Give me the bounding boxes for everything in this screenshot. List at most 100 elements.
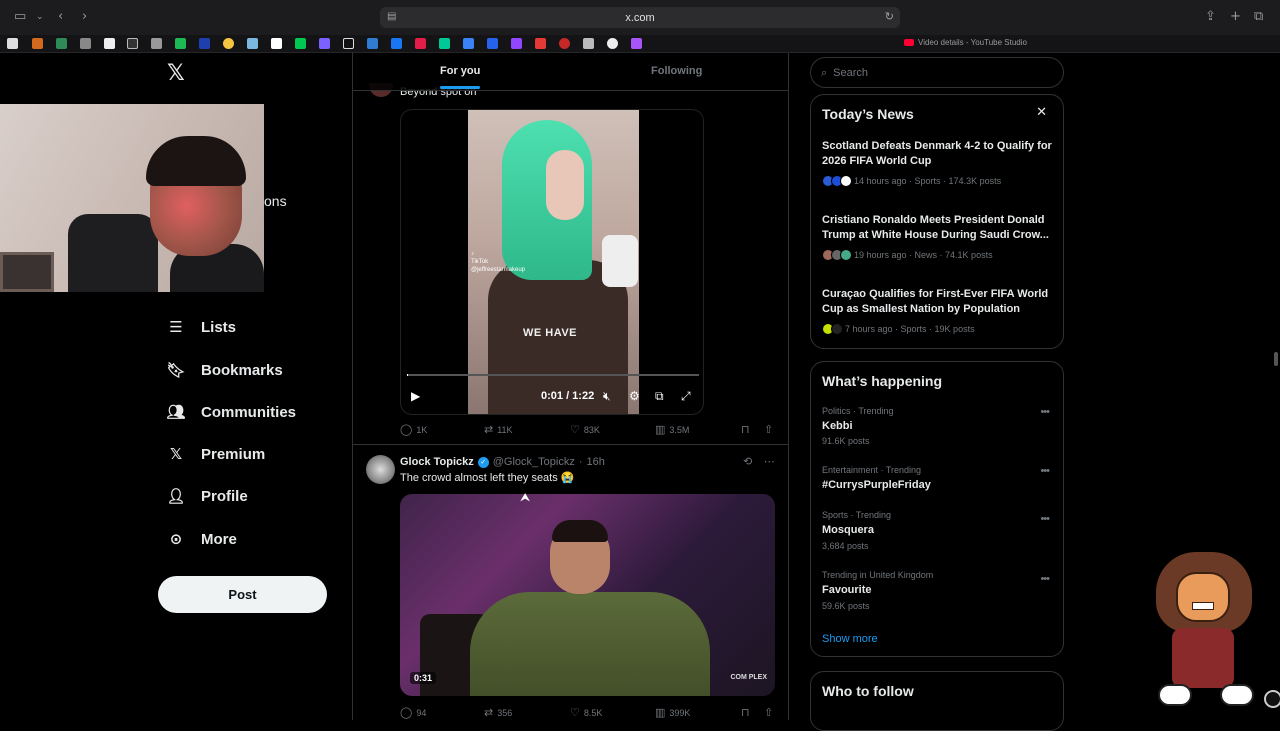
favorite-icon[interactable]	[7, 38, 18, 49]
reload-icon[interactable]: ↻	[885, 10, 894, 23]
more-options-icon[interactable]: ⋯	[764, 455, 775, 468]
trend-name[interactable]: Favourite	[822, 584, 872, 596]
favorite-icon[interactable]	[391, 38, 402, 49]
news-item-title[interactable]: Cristiano Ronaldo Meets President Donald…	[822, 213, 1052, 243]
like-button[interactable]: ♡ 8.5K	[570, 706, 602, 719]
search-input[interactable]: ⌕ Search	[810, 57, 1064, 88]
sidebar-item-communities[interactable]: 👥︎ Communities	[166, 402, 296, 422]
trend-name[interactable]: #CurrysPurpleFriday	[822, 479, 931, 491]
favorite-icon[interactable]	[199, 38, 210, 49]
show-more-link[interactable]: Show more	[822, 633, 878, 645]
favorite-icon[interactable]	[415, 38, 426, 49]
mouse-cursor-icon: ⮝	[520, 490, 531, 504]
favorite-icon[interactable]	[223, 38, 234, 49]
video-player[interactable]: 0:31 COM PLEX	[400, 494, 775, 696]
video-player[interactable]: ♪ TikTok @jeffreestarmakeup WE HAVE ▶ 0:01…	[400, 109, 704, 415]
grok-chat-icon[interactable]	[1264, 690, 1280, 708]
favorite-icon[interactable]	[511, 38, 522, 49]
picture-in-picture-icon[interactable]: ⧉	[655, 389, 664, 404]
views-button[interactable]: ▥ 399K	[655, 706, 690, 719]
grok-icon[interactable]: ⟲	[743, 455, 752, 468]
favorite-icon[interactable]	[439, 38, 450, 49]
page-settings-icon[interactable]: ▤	[387, 11, 396, 22]
more-options-icon[interactable]: •••	[1040, 465, 1050, 477]
favorite-icon[interactable]	[319, 38, 330, 49]
bookmark-button[interactable]: ⊓	[741, 423, 750, 436]
favorite-icon[interactable]	[343, 38, 354, 49]
sidebar-toggle-icon[interactable]: ▭	[14, 9, 26, 24]
favorite-icon[interactable]	[56, 38, 67, 49]
address-bar[interactable]: ▤ x.com ↻	[380, 7, 900, 28]
favorite-icon[interactable]	[463, 38, 474, 49]
tweet-age[interactable]: 16h	[587, 456, 605, 468]
sidebar-item-lists[interactable]: ☰ Lists	[166, 317, 236, 337]
youtube-studio-tab[interactable]: Video details - YouTube Studio	[904, 38, 1027, 47]
news-item-title[interactable]: Curaçao Qualifies for First-Ever FIFA Wo…	[822, 287, 1052, 317]
sidebar-item-bookmarks[interactable]: 🔖︎ Bookmarks	[166, 360, 282, 380]
sidebar-item-more[interactable]: ⊙ More	[166, 529, 237, 549]
tab-overview-icon[interactable]: ⧉	[1254, 9, 1263, 24]
sidebar-item-premium[interactable]: 𝕏 Premium	[166, 444, 265, 464]
favorite-icon[interactable]	[175, 38, 186, 49]
avatar-group	[822, 175, 852, 187]
share-button[interactable]: ⇧	[764, 423, 773, 436]
repost-button[interactable]: ⇄ 11K	[484, 423, 513, 436]
favorite-icon[interactable]	[271, 38, 282, 49]
chevron-down-icon[interactable]: ⌄	[36, 12, 44, 22]
mute-icon[interactable]: 🔇︎	[603, 389, 611, 404]
complex-logo: COM PLEX	[730, 674, 767, 681]
bookmark-button[interactable]: ⊓	[741, 706, 750, 719]
forward-icon[interactable]: ›	[82, 9, 87, 24]
author-name[interactable]: Glock Topickz	[400, 456, 474, 468]
favorite-icon[interactable]	[607, 38, 618, 49]
tab-following[interactable]: Following	[651, 65, 702, 77]
favorite-icon[interactable]	[127, 38, 138, 49]
sidebar-item-profile[interactable]: 👤︎ Profile	[166, 486, 247, 506]
favorite-icon[interactable]	[104, 38, 115, 49]
reply-button[interactable]: ◯ 94	[400, 706, 426, 719]
trend-name[interactable]: Mosquera	[822, 524, 874, 536]
favorite-icon[interactable]	[631, 38, 642, 49]
favorite-icon[interactable]	[367, 38, 378, 49]
sidebar-item-label: Lists	[201, 318, 237, 336]
favorite-icon[interactable]	[32, 38, 43, 49]
reply-count: 1K	[416, 424, 428, 435]
scrollbar-thumb[interactable]	[1274, 352, 1278, 366]
share-icon[interactable]: ⇪	[1205, 9, 1216, 24]
repost-button[interactable]: ⇄ 356	[484, 706, 512, 719]
author-handle[interactable]: @Glock_Topickz	[493, 456, 575, 468]
favorite-icon[interactable]	[583, 38, 594, 49]
sidebar-item-label: Communities	[201, 403, 297, 421]
reply-button[interactable]: ◯ 1K	[400, 423, 427, 436]
favorite-icon[interactable]	[487, 38, 498, 49]
more-options-icon[interactable]: •••	[1040, 513, 1050, 525]
trend-name[interactable]: Kebbi	[822, 420, 853, 432]
favorite-icon[interactable]	[295, 38, 306, 49]
views-button[interactable]: ▥ 3.5M	[655, 423, 689, 436]
favorite-icon[interactable]	[80, 38, 91, 49]
favorite-icon[interactable]	[535, 38, 546, 49]
back-icon[interactable]: ‹	[58, 9, 63, 24]
close-icon[interactable]: ✕	[1036, 105, 1047, 120]
favorite-icon[interactable]	[151, 38, 162, 49]
more-options-icon[interactable]: •••	[1040, 406, 1050, 418]
sticker-shoe	[1158, 684, 1192, 706]
x-logo-icon[interactable]: 𝕏	[167, 61, 185, 86]
like-button[interactable]: ♡ 83K	[570, 423, 600, 436]
new-tab-icon[interactable]: +	[1230, 9, 1241, 24]
post-button[interactable]: Post	[158, 576, 327, 613]
favorite-icon[interactable]	[559, 38, 570, 49]
fullscreen-icon[interactable]: ⤢	[681, 389, 691, 404]
more-options-icon[interactable]: •••	[1040, 573, 1050, 585]
video-progress-fill	[407, 374, 408, 376]
settings-gear-icon[interactable]: ⚙	[629, 389, 640, 403]
tab-for-you[interactable]: For you	[440, 65, 481, 89]
feed-tabs: For you Following	[353, 53, 788, 91]
share-button[interactable]: ⇧	[764, 706, 773, 719]
reply-icon: ◯	[400, 706, 413, 719]
play-icon[interactable]: ▶	[411, 389, 420, 403]
video-progress-bar[interactable]	[407, 374, 699, 376]
avatar[interactable]	[366, 455, 395, 484]
favorite-icon[interactable]	[247, 38, 258, 49]
news-item-title[interactable]: Scotland Defeats Denmark 4-2 to Qualify …	[822, 139, 1052, 169]
